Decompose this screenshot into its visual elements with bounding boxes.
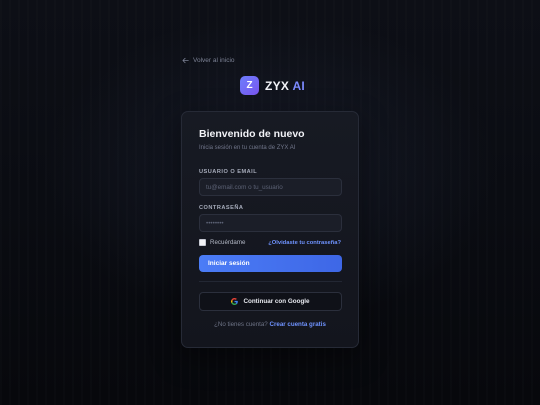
brand-name: ZYX AI: [265, 79, 305, 93]
username-input[interactable]: [199, 178, 342, 196]
google-icon: [231, 298, 239, 305]
google-button-label: Continuar con Google: [243, 298, 310, 305]
arrow-left-icon: [182, 57, 189, 64]
password-input[interactable]: [199, 214, 342, 232]
google-login-button[interactable]: Continuar con Google: [199, 292, 342, 311]
signup-prompt: ¿No tienes cuenta? Crear cuenta gratis: [182, 321, 358, 328]
create-account-link[interactable]: Crear cuenta gratis: [270, 321, 326, 328]
username-label: USUARIO O EMAIL: [199, 169, 258, 175]
password-label: CONTRASEÑA: [199, 205, 244, 211]
brand-name-suffix: AI: [292, 78, 306, 93]
back-to-home-link[interactable]: Volver al inicio: [182, 57, 235, 64]
brand-name-main: ZYX: [265, 78, 290, 93]
remember-me-checkbox[interactable]: Recuérdame: [199, 239, 245, 246]
forgot-password-link[interactable]: ¿Olvidaste tu contraseña?: [268, 240, 341, 246]
brand-logo: Z ZYX AI: [240, 76, 305, 95]
checkbox-box[interactable]: [199, 239, 206, 246]
remember-me-label: Recuérdame: [210, 239, 246, 246]
login-button[interactable]: Iniciar sesión: [199, 255, 342, 272]
no-account-text: ¿No tienes cuenta?: [214, 321, 268, 328]
divider: [199, 281, 342, 282]
login-card: Bienvenido de nuevo Inicia sesión en tu …: [181, 111, 359, 348]
page-subtitle: Inicia sesión en tu cuenta de ZYX AI: [199, 145, 296, 151]
brand-badge: Z: [240, 76, 259, 95]
page-title: Bienvenido de nuevo: [199, 128, 305, 140]
back-link-label: Volver al inicio: [193, 57, 235, 64]
